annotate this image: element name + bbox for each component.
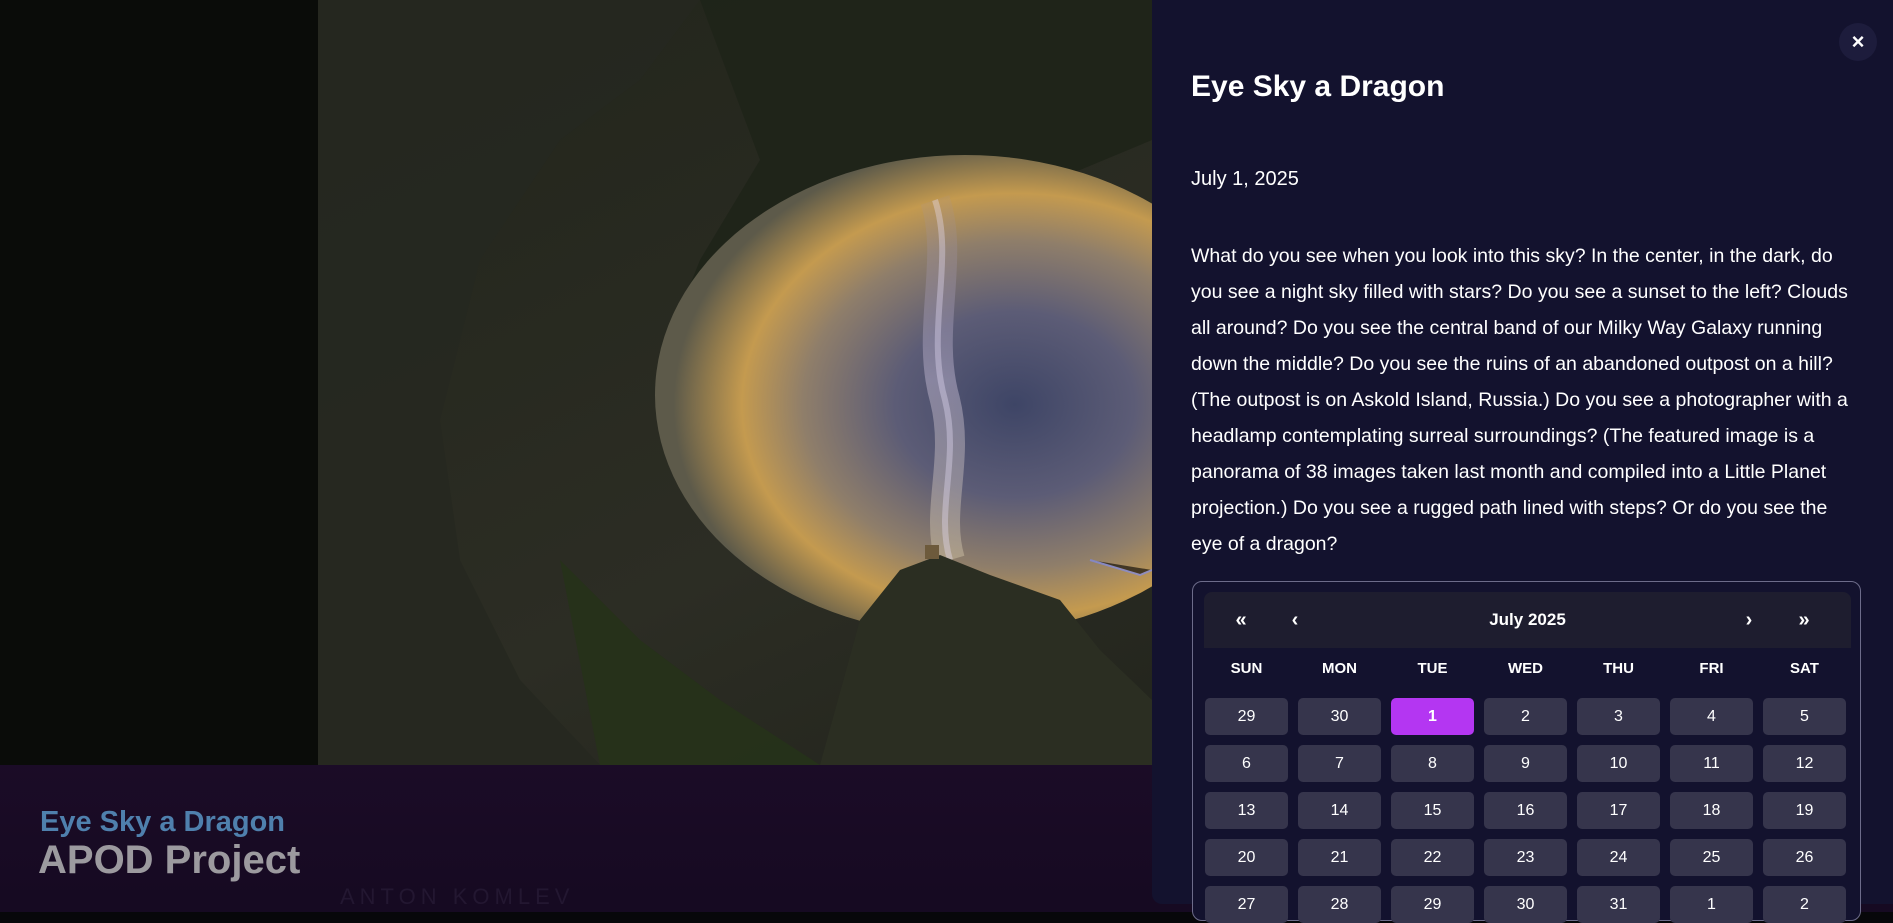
- project-title: APOD Project: [38, 838, 301, 882]
- next-year-button[interactable]: »: [1779, 592, 1829, 648]
- calendar-day[interactable]: 28: [1298, 886, 1381, 923]
- chevron-right-icon: ›: [1745, 608, 1753, 631]
- calendar-day[interactable]: 8: [1391, 745, 1474, 782]
- calendar-day[interactable]: 31: [1577, 886, 1660, 923]
- calendar-day[interactable]: 22: [1391, 839, 1474, 876]
- panel-title: Eye Sky a Dragon: [1191, 70, 1445, 103]
- calendar-day[interactable]: 21: [1298, 839, 1381, 876]
- next-month-button[interactable]: ›: [1724, 592, 1774, 648]
- weekday-mon: MON: [1322, 660, 1357, 677]
- calendar-day[interactable]: 18: [1670, 792, 1753, 829]
- calendar-day[interactable]: 13: [1205, 792, 1288, 829]
- calendar-day[interactable]: 2: [1484, 698, 1567, 735]
- prev-month-button[interactable]: ‹: [1270, 592, 1320, 648]
- calendar-day[interactable]: 30: [1298, 698, 1381, 735]
- caption-title: Eye Sky a Dragon: [40, 806, 285, 838]
- calendar-day[interactable]: 29: [1391, 886, 1474, 923]
- calendar-month-label[interactable]: July 2025: [1404, 592, 1651, 648]
- calendar-day[interactable]: 15: [1391, 792, 1474, 829]
- calendar-day[interactable]: 1: [1391, 698, 1474, 735]
- weekday-sun: SUN: [1230, 660, 1263, 677]
- weekday-wed: WED: [1508, 660, 1543, 677]
- calendar-day[interactable]: 30: [1484, 886, 1567, 923]
- calendar-day[interactable]: 11: [1670, 745, 1753, 782]
- double-chevron-right-icon: »: [1798, 608, 1810, 631]
- close-button[interactable]: ×: [1839, 23, 1877, 61]
- calendar-day[interactable]: 27: [1205, 886, 1288, 923]
- calendar-navigation: « ‹ July 2025 › »: [1204, 592, 1851, 648]
- calendar-day[interactable]: 25: [1670, 839, 1753, 876]
- weekday-fri: FRI: [1699, 660, 1724, 677]
- panel-description: What do you see when you look into this …: [1191, 245, 1848, 555]
- weekday-thu: THU: [1603, 660, 1634, 677]
- calendar-day[interactable]: 5: [1763, 698, 1846, 735]
- calendar-day[interactable]: 20: [1205, 839, 1288, 876]
- weekday-sat: SAT: [1790, 660, 1819, 677]
- calendar-day[interactable]: 16: [1484, 792, 1567, 829]
- chevron-left-icon: ‹: [1291, 608, 1299, 631]
- calendar-day[interactable]: 23: [1484, 839, 1567, 876]
- double-chevron-left-icon: «: [1235, 608, 1247, 631]
- calendar-day[interactable]: 6: [1205, 745, 1288, 782]
- calendar-day[interactable]: 2: [1763, 886, 1846, 923]
- weekday-tue: TUE: [1417, 660, 1448, 677]
- panel-date: July 1, 2025: [1191, 168, 1299, 190]
- calendar-day[interactable]: 3: [1577, 698, 1660, 735]
- photo-credit: ANTON KOMLEV: [340, 884, 575, 909]
- calendar-day[interactable]: 14: [1298, 792, 1381, 829]
- calendar-day[interactable]: 1: [1670, 886, 1753, 923]
- prev-year-button[interactable]: «: [1216, 592, 1266, 648]
- calendar-day[interactable]: 10: [1577, 745, 1660, 782]
- calendar-day[interactable]: 26: [1763, 839, 1846, 876]
- calendar-day[interactable]: 24: [1577, 839, 1660, 876]
- calendar-day[interactable]: 17: [1577, 792, 1660, 829]
- calendar-day[interactable]: 9: [1484, 745, 1567, 782]
- calendar-day[interactable]: 12: [1763, 745, 1846, 782]
- calendar-day[interactable]: 7: [1298, 745, 1381, 782]
- calendar-day[interactable]: 4: [1670, 698, 1753, 735]
- calendar-day[interactable]: 19: [1763, 792, 1846, 829]
- calendar-day[interactable]: 29: [1205, 698, 1288, 735]
- close-icon: ×: [1851, 29, 1865, 54]
